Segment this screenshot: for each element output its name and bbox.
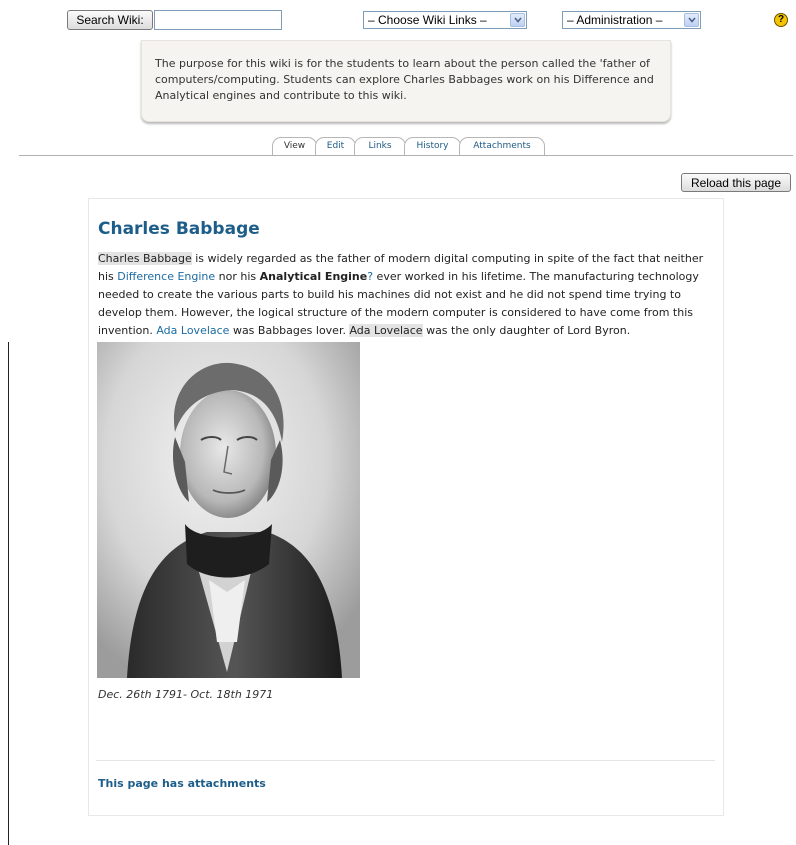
search-wiki-input[interactable] (154, 10, 282, 30)
article-body: Charles Babbage is widely regarded as th… (98, 250, 718, 340)
tab-history[interactable]: History (404, 137, 461, 155)
tab-links[interactable]: Links (354, 137, 406, 155)
page-title: Charles Babbage (98, 219, 260, 239)
article-text: was Babbages lover. (229, 324, 350, 337)
chevron-down-icon[interactable] (684, 13, 699, 27)
ada-lovelace-link[interactable]: Ada Lovelace (156, 324, 229, 337)
chevron-down-icon[interactable] (510, 13, 525, 27)
tab-attachments[interactable]: Attachments (459, 137, 545, 155)
wiki-description-box: The purpose for this wiki is for the stu… (141, 40, 671, 122)
administration-select-value: – Administration – (567, 13, 663, 27)
left-border-line (8, 342, 9, 845)
highlighted-term: Charles Babbage (98, 252, 192, 265)
charles-babbage-portrait (97, 342, 360, 678)
portrait-caption: Dec. 26th 1791- Oct. 18th 1971 (98, 688, 274, 701)
highlighted-term: Ada Lovelace (349, 324, 423, 337)
content-divider (96, 760, 715, 761)
help-icon[interactable]: ? (774, 13, 788, 27)
reload-page-button[interactable]: Reload this page (681, 173, 791, 192)
wiki-links-select[interactable]: – Choose Wiki Links – (363, 11, 527, 29)
analytical-engine-text: Analytical Engine (259, 270, 368, 283)
tab-bar-divider (19, 155, 793, 156)
difference-engine-link[interactable]: Difference Engine (117, 270, 215, 283)
wiki-content: Charles Babbage Charles Babbage is widel… (88, 198, 724, 816)
search-wiki-button[interactable]: Search Wiki: (67, 10, 153, 30)
tab-edit[interactable]: Edit (315, 137, 356, 155)
attachments-note: This page has attachments (98, 777, 266, 790)
wiki-links-select-value: – Choose Wiki Links – (368, 13, 487, 27)
wiki-description-text: The purpose for this wiki is for the stu… (155, 57, 654, 102)
article-text: nor his (215, 270, 260, 283)
tab-view[interactable]: View (272, 137, 317, 155)
article-text: was the only daughter of Lord Byron. (422, 324, 631, 337)
administration-select[interactable]: – Administration – (562, 11, 701, 29)
